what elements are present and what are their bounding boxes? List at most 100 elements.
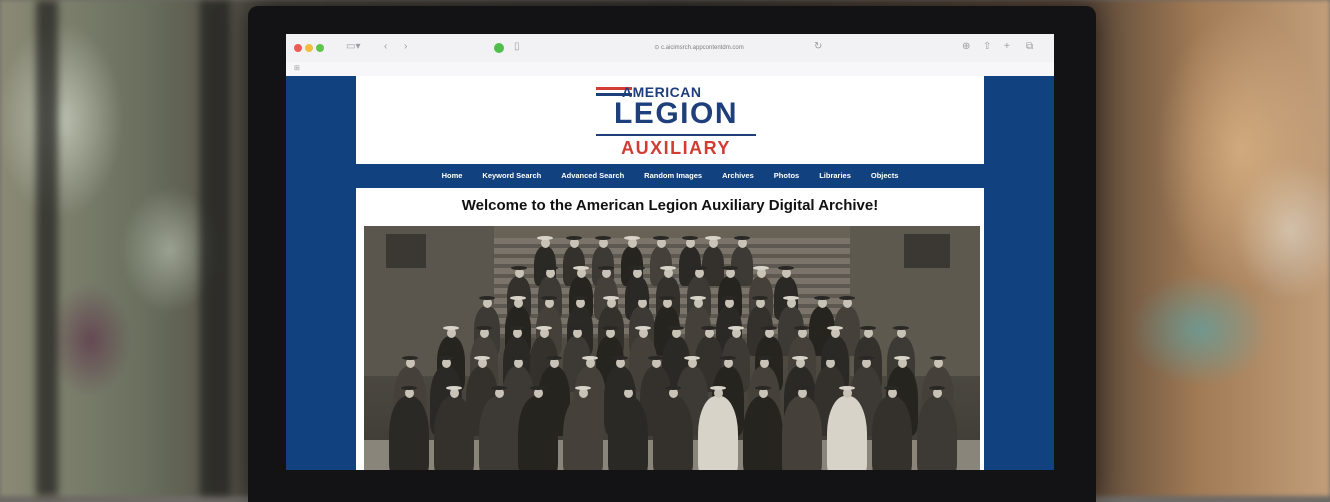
- photo-person: [917, 396, 957, 470]
- background-post: [36, 0, 58, 496]
- photo-person: [653, 396, 693, 470]
- photo-person: [518, 396, 558, 470]
- favorites-icon[interactable]: ⊞: [294, 64, 300, 72]
- photo-hat: [537, 236, 553, 240]
- photo-hat: [720, 356, 736, 360]
- photo-hat: [894, 356, 910, 360]
- site-logo[interactable]: AMERICAN LEGION AUXILIARY: [596, 84, 756, 158]
- photo-hat: [783, 296, 799, 300]
- photo-hat: [443, 326, 459, 330]
- photo-hat: [814, 296, 830, 300]
- photo-hat: [624, 236, 640, 240]
- main-nav: Home Keyword Search Advanced Search Rand…: [356, 164, 984, 188]
- photo-hat: [822, 356, 838, 360]
- photo-hat: [665, 386, 681, 390]
- photo-hat: [827, 326, 843, 330]
- photo-hat: [491, 386, 507, 390]
- nav-archives[interactable]: Archives: [712, 164, 764, 188]
- download-icon[interactable]: ⊕: [962, 40, 970, 54]
- photo-hat: [566, 236, 582, 240]
- historic-group-photo[interactable]: [364, 226, 980, 470]
- nav-objects[interactable]: Objects: [861, 164, 909, 188]
- logo-text-legion: LEGION: [613, 97, 738, 130]
- photo-hat: [474, 356, 490, 360]
- zoom-window-button[interactable]: [316, 44, 324, 52]
- reload-icon[interactable]: ↻: [814, 40, 822, 54]
- nav-advanced-search[interactable]: Advanced Search: [551, 164, 634, 188]
- photo-hat: [598, 266, 614, 270]
- photo-hat: [438, 356, 454, 360]
- photo-hat: [792, 356, 808, 360]
- photo-hat: [761, 326, 777, 330]
- sidebar-icon[interactable]: ▭▾: [346, 40, 360, 54]
- photo-hat: [721, 296, 737, 300]
- photo-hat: [446, 386, 462, 390]
- nav-libraries[interactable]: Libraries: [809, 164, 861, 188]
- photo-hat: [682, 236, 698, 240]
- photo-person: [389, 396, 429, 470]
- photo-hat: [753, 266, 769, 270]
- photo-person: [827, 396, 867, 470]
- photo-hat: [728, 326, 744, 330]
- photo-person: [434, 396, 474, 470]
- photo-hat: [573, 266, 589, 270]
- photo-hat: [401, 386, 417, 390]
- photo-hat: [752, 296, 768, 300]
- photo-person: [698, 396, 738, 470]
- tabs-overview-icon[interactable]: ⧉: [1026, 40, 1033, 54]
- photo-hat: [660, 266, 676, 270]
- photo-hat: [929, 386, 945, 390]
- plus-icon[interactable]: +: [1004, 40, 1010, 54]
- nav-home[interactable]: Home: [432, 164, 473, 188]
- photo-hat: [635, 326, 651, 330]
- photo-hat: [668, 326, 684, 330]
- extension-icon[interactable]: [494, 43, 504, 53]
- photo-hat: [701, 326, 717, 330]
- photo-hat: [530, 386, 546, 390]
- photo-hat: [930, 356, 946, 360]
- photo-hat: [884, 386, 900, 390]
- logo-divider: [596, 134, 756, 136]
- photo-hat: [582, 356, 598, 360]
- photo-hat: [572, 296, 588, 300]
- close-window-button[interactable]: [294, 44, 302, 52]
- photo-hat: [734, 236, 750, 240]
- photo-hat: [569, 326, 585, 330]
- photo-hat: [612, 356, 628, 360]
- photo-hat: [634, 296, 650, 300]
- photo-hat: [603, 296, 619, 300]
- photo-hat: [511, 266, 527, 270]
- photo-hat: [839, 296, 855, 300]
- photo-hat: [542, 266, 558, 270]
- photo-person: [872, 396, 912, 470]
- web-page: AMERICAN LEGION AUXILIARY Home Keyword S…: [286, 76, 1054, 470]
- background-post: [200, 0, 230, 496]
- photo-hat: [710, 386, 726, 390]
- photo-crowd: [364, 226, 980, 470]
- share-icon[interactable]: ⇧: [983, 40, 991, 54]
- photo-hat: [402, 356, 418, 360]
- nav-random-images[interactable]: Random Images: [634, 164, 712, 188]
- nav-keyword-search[interactable]: Keyword Search: [472, 164, 551, 188]
- photo-hat: [691, 266, 707, 270]
- photo-hat: [839, 386, 855, 390]
- photo-hat: [595, 236, 611, 240]
- photo-hat: [858, 356, 874, 360]
- photo-hat: [893, 326, 909, 330]
- photo-hat: [510, 356, 526, 360]
- nav-photos[interactable]: Photos: [764, 164, 809, 188]
- chevron-right-icon[interactable]: ›: [404, 40, 407, 54]
- photo-person: [563, 396, 603, 470]
- address-bar[interactable]: ⊙ c.aicimsrch.appcontentdm.com: [574, 40, 824, 56]
- photo-hat: [756, 356, 772, 360]
- welcome-heading: Welcome to the American Legion Auxiliary…: [461, 197, 879, 214]
- photo-hat: [509, 326, 525, 330]
- minimize-window-button[interactable]: [305, 44, 313, 52]
- page-menu-icon[interactable]: ▯: [514, 40, 520, 54]
- chevron-left-icon[interactable]: ‹: [384, 40, 387, 54]
- photo-person: [782, 396, 822, 470]
- photo-hat: [648, 356, 664, 360]
- photo-hat: [794, 386, 810, 390]
- logo-text-auxiliary: AUXILIARY: [621, 138, 731, 158]
- photo-hat: [794, 326, 810, 330]
